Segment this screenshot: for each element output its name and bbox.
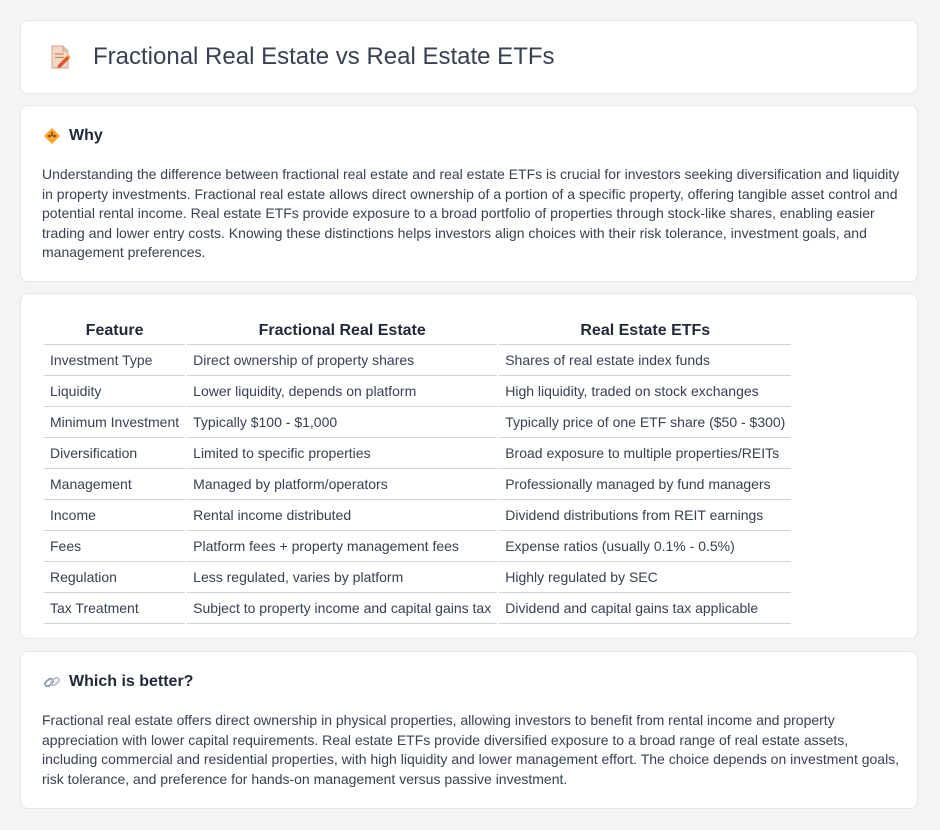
feature-cell: Fees: [44, 531, 186, 562]
document-pencil-icon: [51, 45, 71, 69]
comparison-table-card: Feature Fractional Real Estate Real Esta…: [20, 293, 918, 639]
table-row: Liquidity Lower liquidity, depends on pl…: [44, 376, 792, 407]
table-row: Management Managed by platform/operators…: [44, 469, 792, 500]
etf-cell: Professionally managed by fund managers: [499, 469, 792, 500]
fractional-cell: Limited to specific properties: [187, 438, 498, 469]
title-card: Fractional Real Estate vs Real Estate ET…: [20, 20, 918, 94]
etf-cell: Highly regulated by SEC: [499, 562, 792, 593]
etf-cell: Typically price of one ETF share ($50 - …: [499, 407, 792, 438]
feature-cell: Diversification: [44, 438, 186, 469]
column-header-etfs: Real Estate ETFs: [499, 314, 792, 345]
fractional-cell: Subject to property income and capital g…: [187, 593, 498, 624]
table-header-row: Feature Fractional Real Estate Real Esta…: [44, 314, 792, 345]
etf-cell: High liquidity, traded on stock exchange…: [499, 376, 792, 407]
why-section: Why Understanding the difference between…: [20, 105, 918, 282]
feature-cell: Regulation: [44, 562, 186, 593]
fractional-cell: Typically $100 - $1,000: [187, 407, 498, 438]
page-title: Fractional Real Estate vs Real Estate ET…: [93, 43, 555, 70]
fractional-cell: Rental income distributed: [187, 500, 498, 531]
feature-cell: Minimum Investment: [44, 407, 186, 438]
section-title-why: Why: [69, 127, 103, 144]
etf-cell: Shares of real estate index funds: [499, 345, 792, 376]
etf-cell: Broad exposure to multiple properties/RE…: [499, 438, 792, 469]
fractional-cell: Direct ownership of property shares: [187, 345, 498, 376]
table-row: Tax Treatment Subject to property income…: [44, 593, 792, 624]
feature-cell: Management: [44, 469, 186, 500]
which-is-better-section: Which is better? Fractional real estate …: [20, 651, 918, 809]
feature-cell: Income: [44, 500, 186, 531]
table-row: Fees Platform fees + property management…: [44, 531, 792, 562]
section-title-better: Which is better?: [69, 673, 194, 690]
table-row: Diversification Limited to specific prop…: [44, 438, 792, 469]
diamond-warning-icon: [44, 128, 60, 144]
fractional-cell: Less regulated, varies by platform: [187, 562, 498, 593]
fractional-cell: Managed by platform/operators: [187, 469, 498, 500]
feature-cell: Tax Treatment: [44, 593, 186, 624]
table-row: Income Rental income distributed Dividen…: [44, 500, 792, 531]
feature-cell: Liquidity: [44, 376, 186, 407]
etf-cell: Dividend distributions from REIT earning…: [499, 500, 792, 531]
why-paragraph: Understanding the difference between fra…: [42, 166, 900, 260]
fractional-cell: Lower liquidity, depends on platform: [187, 376, 498, 407]
feature-cell: Investment Type: [44, 345, 186, 376]
fractional-cell: Platform fees + property management fees: [187, 531, 498, 562]
better-paragraph: Fractional real estate offers direct own…: [42, 712, 900, 787]
table-row: Regulation Less regulated, varies by pla…: [44, 562, 792, 593]
etf-cell: Dividend and capital gains tax applicabl…: [499, 593, 792, 624]
etf-cell: Expense ratios (usually 0.1% - 0.5%): [499, 531, 792, 562]
comparison-table: Feature Fractional Real Estate Real Esta…: [42, 314, 793, 624]
column-header-feature: Feature: [44, 314, 186, 345]
table-row: Investment Type Direct ownership of prop…: [44, 345, 792, 376]
column-header-fractional: Fractional Real Estate: [187, 314, 498, 345]
link-icon: [44, 676, 60, 688]
table-row: Minimum Investment Typically $100 - $1,0…: [44, 407, 792, 438]
